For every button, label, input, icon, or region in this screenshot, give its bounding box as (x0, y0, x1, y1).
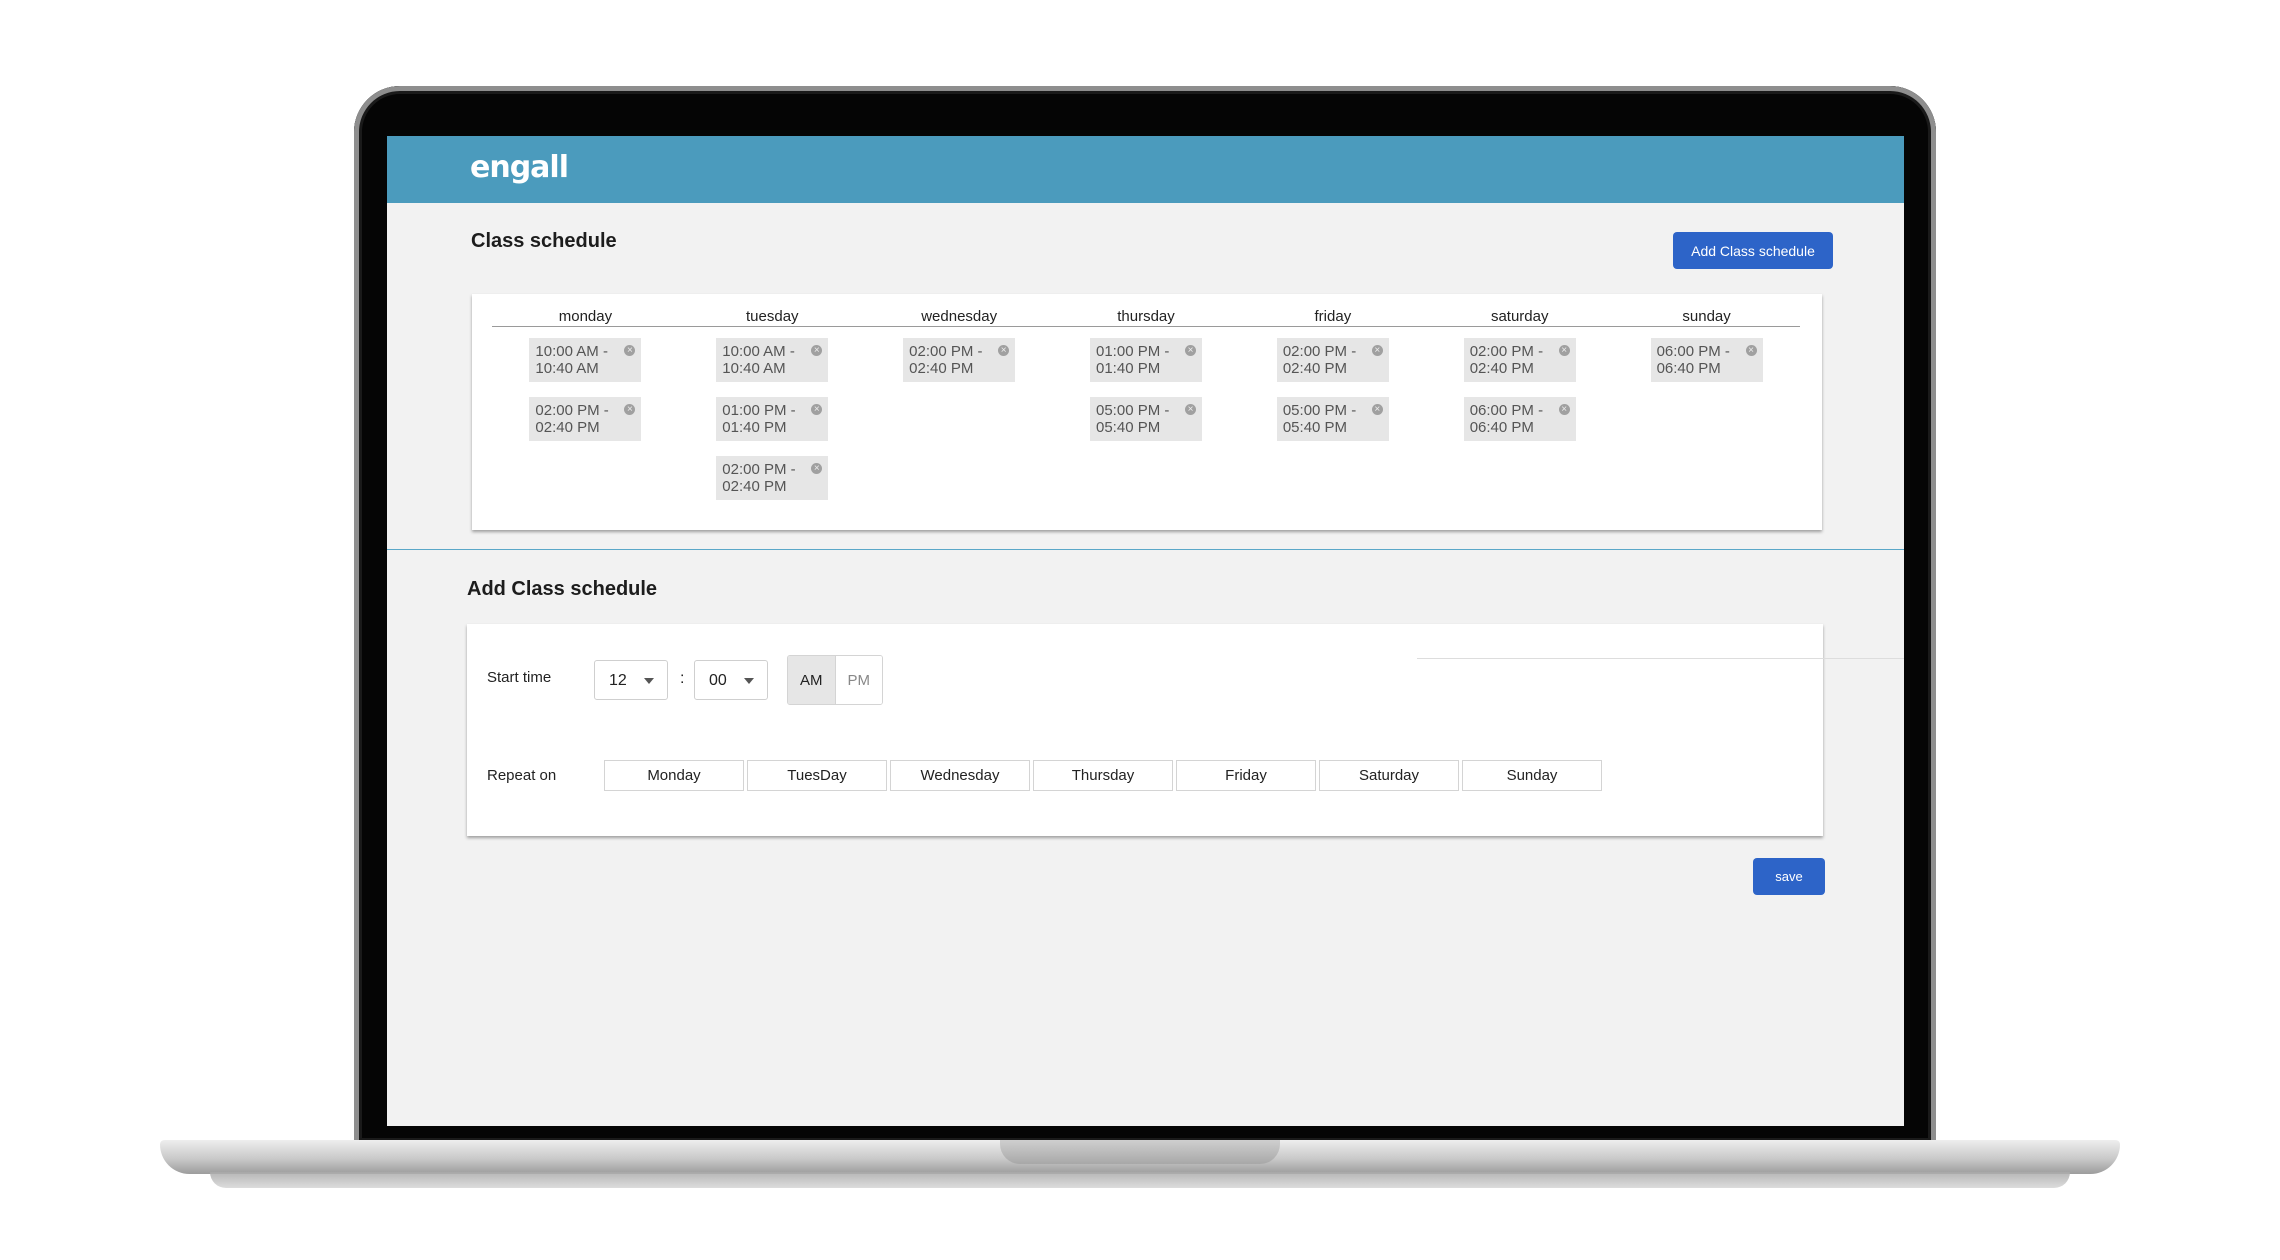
slot-end-time: 02:40 PM (1282, 360, 1348, 377)
top-navigation-bar: engall (387, 136, 1904, 203)
slot-end-time: 05:40 PM (1096, 419, 1161, 436)
time-slot: 02:00 PM -02:40 PM × (1276, 338, 1389, 382)
time-slot: 02:00 PM -02:40 PM × (903, 338, 1016, 382)
engall-logo[interactable]: engall (470, 150, 569, 185)
slot-end-time: 06:40 PM (1469, 419, 1534, 436)
time-separator: : (680, 670, 685, 687)
day-column-thursday: 01:00 PM -01:40 PM × 05:00 PM -05:40 PM × (1090, 338, 1202, 456)
time-slot: 10:00 AM -10:40 AM × (529, 338, 642, 382)
laptop-notch (1000, 1140, 1280, 1164)
repeat-day-monday[interactable]: Monday (604, 760, 744, 791)
app-screen: engall Class schedule Add Class schedule… (387, 136, 1904, 1126)
minute-value: 00 (709, 672, 727, 689)
save-button[interactable]: save (1753, 858, 1825, 895)
remove-slot-icon[interactable]: × (1745, 345, 1757, 356)
slot-end-time: 10:40 AM (535, 360, 599, 377)
repeat-days-row: Monday TuesDay Wednesday Thursday Friday Satu… (604, 760, 1602, 791)
day-header-tuesday: tuesday (746, 308, 799, 325)
start-time-label: Start time (487, 669, 552, 686)
repeat-day-wednesday[interactable]: Wednesday (890, 760, 1030, 791)
slot-end-time: 01:40 PM (722, 419, 787, 436)
day-column-tuesday: 10:00 AM -10:40 AM × 01:00 PM -01:40 PM × 02… (716, 338, 829, 515)
chevron-down-icon (744, 678, 754, 684)
slot-end-time: 05:40 PM (1282, 419, 1348, 436)
class-schedule-card: monday tuesday wednesday thursday friday satu… (472, 294, 1822, 530)
day-column-friday: 02:00 PM -02:40 PM × 05:00 PM -05:40 PM × (1276, 338, 1389, 456)
day-column-sunday: 06:00 PM -06:40 PM × (1650, 338, 1763, 397)
remove-slot-icon[interactable]: × (1371, 345, 1383, 356)
day-header-row: monday tuesday wednesday thursday friday satu… (492, 308, 1800, 327)
remove-slot-icon[interactable]: × (1371, 404, 1383, 415)
time-slot: 02:00 PM -02:40 PM × (1463, 338, 1576, 382)
decorative-line (1417, 658, 1904, 659)
day-column-monday: 10:00 AM -10:40 AM × 02:00 PM -02:40 PM × (529, 338, 642, 456)
remove-slot-icon[interactable]: × (1185, 345, 1196, 356)
pm-toggle-button[interactable]: PM (835, 656, 882, 704)
time-slot: 05:00 PM -05:40 PM × (1276, 397, 1389, 441)
add-class-schedule-title: Add Class schedule (467, 578, 658, 600)
time-slot: 05:00 PM -05:40 PM × (1090, 397, 1202, 441)
remove-slot-icon[interactable]: × (1558, 345, 1570, 356)
slot-end-time: 10:40 AM (722, 360, 786, 377)
hour-value: 12 (609, 672, 627, 689)
day-header-thursday: thursday (1117, 308, 1175, 325)
add-class-schedule-button[interactable]: Add Class schedule (1673, 232, 1833, 269)
time-slot: 01:00 PM -01:40 PM × (1090, 338, 1202, 382)
time-slot: 06:00 PM -06:40 PM × (1650, 338, 1763, 382)
chevron-down-icon (644, 678, 654, 684)
section-divider (387, 549, 1904, 550)
time-slot: 01:00 PM -01:40 PM × (716, 397, 829, 441)
slot-end-time: 06:40 PM (1656, 360, 1721, 377)
day-column-wednesday: 02:00 PM -02:40 PM × (903, 338, 1016, 397)
remove-slot-icon[interactable]: × (1558, 404, 1570, 415)
slot-end-time: 02:40 PM (1469, 360, 1534, 377)
laptop-base-shadow (210, 1172, 2070, 1188)
time-slot: 02:00 PM -02:40 PM × (716, 456, 829, 500)
am-pm-toggle: AM PM (787, 655, 883, 705)
day-header-friday: friday (1314, 308, 1352, 325)
add-class-schedule-form: Start time 12 : 00 AM PM Repeat on Monda… (467, 624, 1823, 836)
day-header-saturday: saturday (1490, 308, 1549, 325)
repeat-day-thursday[interactable]: Thursday (1033, 760, 1173, 791)
remove-slot-icon[interactable]: × (1185, 404, 1196, 415)
day-header-sunday: sunday (1682, 308, 1731, 325)
slot-end-time: 02:40 PM (722, 478, 787, 495)
repeat-on-label: Repeat on (487, 767, 557, 784)
repeat-day-tuesday[interactable]: TuesDay (747, 760, 887, 791)
slot-end-time: 02:40 PM (909, 360, 974, 377)
day-column-saturday: 02:00 PM -02:40 PM × 06:00 PM -06:40 PM × (1463, 338, 1576, 456)
time-slot: 10:00 AM -10:40 AM × (716, 338, 829, 382)
slot-end-time: 02:40 PM (535, 419, 600, 436)
repeat-day-friday[interactable]: Friday (1176, 760, 1316, 791)
day-header-monday: monday (558, 308, 613, 325)
day-header-wednesday: wednesday (921, 308, 998, 325)
class-schedule-title: Class schedule (471, 230, 617, 252)
slot-end-time: 01:40 PM (1096, 360, 1161, 377)
hour-select[interactable]: 12 (594, 660, 668, 700)
minute-select[interactable]: 00 (694, 660, 768, 700)
time-slot: 02:00 PM -02:40 PM × (529, 397, 642, 441)
repeat-day-saturday[interactable]: Saturday (1319, 760, 1459, 791)
time-slot: 06:00 PM -06:40 PM × (1463, 397, 1576, 441)
repeat-day-sunday[interactable]: Sunday (1462, 760, 1602, 791)
am-toggle-button[interactable]: AM (788, 656, 836, 704)
